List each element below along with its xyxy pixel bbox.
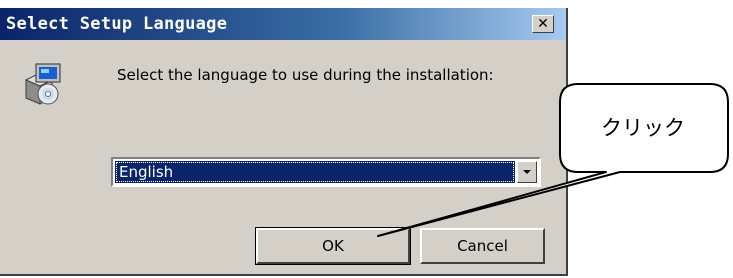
screen: Select Setup Language ✕ Select the langu… [0, 0, 733, 278]
callout-label: クリック [601, 116, 685, 140]
